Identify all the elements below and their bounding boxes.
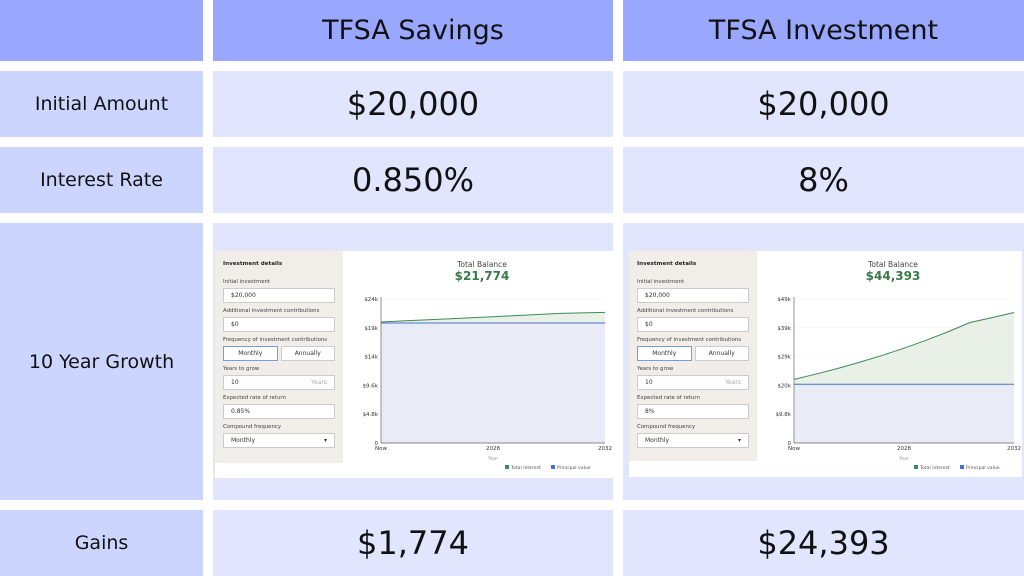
interest-area <box>381 312 605 323</box>
years-value: 10 <box>645 379 653 386</box>
legend-label: Principal value <box>557 465 591 471</box>
additional-contributions-label: Additional investment contributions <box>637 308 734 314</box>
legend-swatch <box>505 465 509 469</box>
initial-investment-input[interactable]: $20,000 <box>223 288 335 303</box>
years-suffix: Years <box>311 379 327 386</box>
years-value: 10 <box>231 379 239 386</box>
y-tick-label: $20k <box>777 383 791 389</box>
initial-investment-value: $20,000 <box>231 292 256 299</box>
compound-frequency-select[interactable]: Monthly ▾ <box>223 433 335 448</box>
header-tfsa-savings: TFSA Savings <box>213 0 613 61</box>
rate-of-return-label: Expected rate of return <box>223 395 286 401</box>
y-tick-label: $49k <box>777 297 791 303</box>
row-label-interest-rate: Interest Rate <box>0 147 203 213</box>
initial-investment-label: Initial investment <box>637 279 685 285</box>
compound-frequency-label: Compound frequency <box>223 424 282 430</box>
row-label-gains: Gains <box>0 510 203 576</box>
initial-investment-input[interactable]: $20,000 <box>637 288 749 303</box>
rate-value: 8% <box>645 408 655 415</box>
x-tick-label: 2032 <box>598 446 612 452</box>
row-label-initial-amount: Initial Amount <box>0 71 203 137</box>
compound-frequency-select[interactable]: Monthly ▾ <box>637 433 749 448</box>
dropdown-arrow-icon: ▾ <box>323 437 327 444</box>
legend-swatch <box>960 465 964 469</box>
y-tick-label: $4.8k <box>363 412 379 418</box>
y-tick-label: $19k <box>364 326 378 332</box>
y-tick-label: $14k <box>364 355 378 361</box>
additional-contributions-input[interactable]: $0 <box>637 317 749 332</box>
x-tick-label: 2032 <box>1007 446 1021 452</box>
savings-interest-rate: 0.850% <box>213 147 613 213</box>
header-tfsa-investment: TFSA Investment <box>623 0 1024 61</box>
frequency-monthly-button[interactable]: Monthly <box>637 346 692 361</box>
additional-contributions-label: Additional investment contributions <box>223 308 320 314</box>
legend-label: Total interest <box>919 465 950 471</box>
x-axis-label: Year <box>487 456 500 462</box>
additional-contributions-value: $0 <box>645 321 653 328</box>
rate-of-return-label: Expected rate of return <box>637 395 700 401</box>
principal-area <box>794 384 1014 443</box>
frequency-monthly-button[interactable]: Monthly <box>223 346 278 361</box>
rate-of-return-input[interactable]: 0.85% <box>223 404 335 419</box>
investment-calculator: Investment details Initial investment $2… <box>628 250 1022 478</box>
years-to-grow-label: Years to grow <box>637 366 674 372</box>
total-balance-chart: Total Balance $44,393 0 $9.8k $20k $29k $39k… <box>764 251 1022 477</box>
investment-details-panel: Investment details Initial investment $2… <box>215 251 343 463</box>
frequency-annually-button[interactable]: Annually <box>694 346 749 361</box>
dropdown-arrow-icon: ▾ <box>737 437 741 444</box>
y-tick-label: $39k <box>777 326 791 332</box>
investment-initial-amount: $20,000 <box>623 71 1024 137</box>
x-tick-label: Now <box>375 446 387 452</box>
header-corner <box>0 0 203 61</box>
rate-of-return-input[interactable]: 8% <box>637 404 749 419</box>
rate-value: 0.85% <box>231 408 251 415</box>
contribution-frequency-label: Frequency of investment contributions <box>637 337 742 343</box>
years-to-grow-label: Years to grow <box>223 366 260 372</box>
contribution-frequency-label: Frequency of investment contributions <box>223 337 328 343</box>
years-to-grow-input[interactable]: 10 Years <box>637 375 749 390</box>
initial-investment-label: Initial investment <box>223 279 271 285</box>
total-balance-chart: Total Balance $21,774 0 $4.8k $9.6k $14k $19… <box>351 251 613 478</box>
y-tick-label: $9.8k <box>776 412 792 418</box>
years-suffix: Years <box>725 379 741 386</box>
frequency-annually-button[interactable]: Annually <box>280 346 335 361</box>
compound-value: Monthly <box>231 437 256 444</box>
savings-calculator: Investment details Initial investment $2… <box>214 250 613 479</box>
investment-gains: $24,393 <box>623 510 1024 576</box>
investment-interest-rate: 8% <box>623 147 1024 213</box>
legend-swatch <box>914 465 918 469</box>
legend-label: Principal value <box>966 465 1000 471</box>
principal-area <box>381 323 605 443</box>
savings-initial-amount: $20,000 <box>213 71 613 137</box>
initial-investment-value: $20,000 <box>645 292 670 299</box>
years-to-grow-input[interactable]: 10 Years <box>223 375 335 390</box>
x-tick-label: Now <box>788 446 800 452</box>
y-tick-label: $24k <box>364 297 378 303</box>
y-tick-label: $29k <box>777 355 791 361</box>
compound-frequency-label: Compound frequency <box>637 424 696 430</box>
y-tick-label: $9.6k <box>363 383 379 389</box>
chart-plot: 0$4.8k$9.6k$14k$19k$24kNow 2028 2032YearTo… <box>363 297 612 471</box>
legend-swatch <box>551 465 555 469</box>
legend-label: Total interest <box>510 465 541 471</box>
savings-gains: $1,774 <box>213 510 613 576</box>
investment-details-panel: Investment details Initial investment $2… <box>629 251 757 461</box>
panel-title: Investment details <box>637 261 697 267</box>
x-tick-label: 2028 <box>486 446 500 452</box>
chart-plot: 0$9.8k$20k$29k$39k$49kNow 2028 2032YearTot… <box>776 297 1021 471</box>
panel-title: Investment details <box>223 261 283 267</box>
additional-contributions-value: $0 <box>231 321 239 328</box>
row-label-growth: 10 Year Growth <box>0 223 203 500</box>
additional-contributions-input[interactable]: $0 <box>223 317 335 332</box>
x-tick-label: 2028 <box>897 446 911 452</box>
compound-value: Monthly <box>645 437 670 444</box>
x-axis-label: Year <box>898 456 911 462</box>
